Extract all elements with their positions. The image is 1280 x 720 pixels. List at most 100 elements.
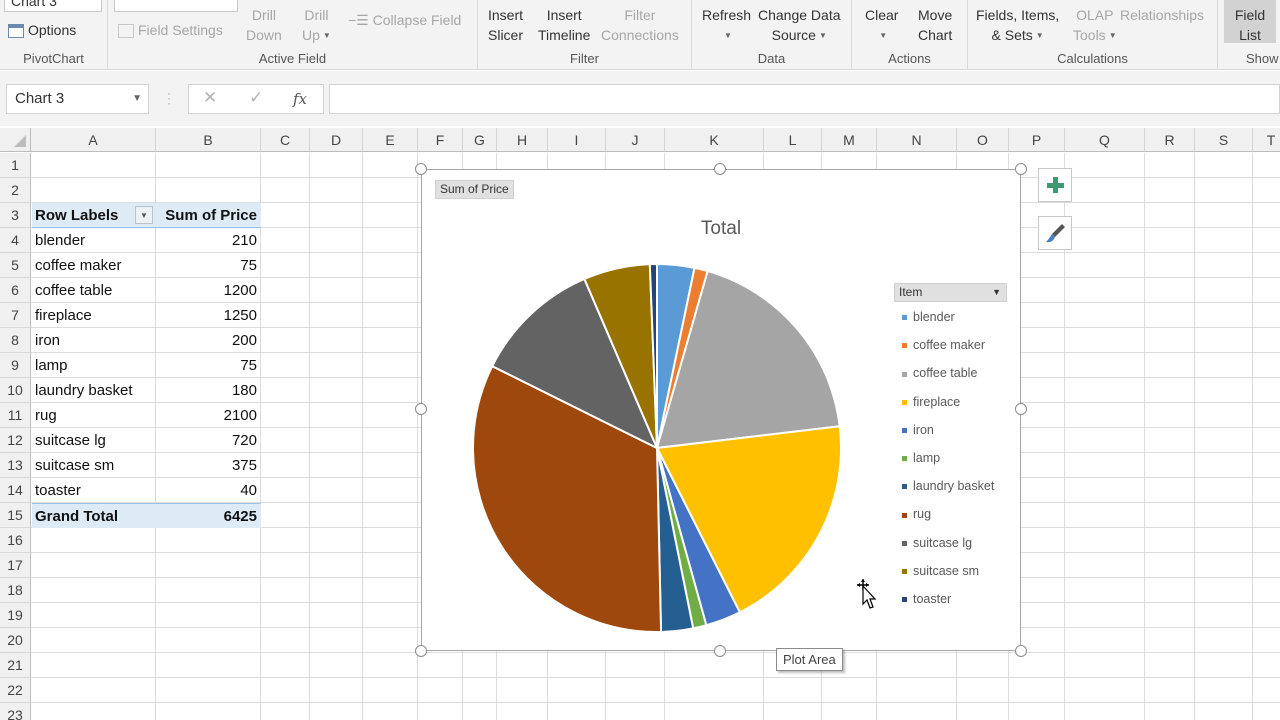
row-header-13[interactable]: 13: [0, 453, 31, 478]
row-header-9[interactable]: 9: [0, 353, 31, 378]
clear-button[interactable]: Clear ▼: [865, 5, 898, 46]
pivot-row-value[interactable]: 1200: [156, 278, 261, 303]
legend-item[interactable]: suitcase sm: [902, 564, 979, 578]
pivot-row-value[interactable]: 75: [156, 253, 261, 278]
insert-timeline-button[interactable]: Insert Timeline: [538, 5, 590, 45]
row-header-12[interactable]: 12: [0, 428, 31, 453]
column-header-j[interactable]: J: [606, 128, 665, 152]
column-header-d[interactable]: D: [310, 128, 363, 152]
row-header-16[interactable]: 16: [0, 528, 31, 553]
row-header-8[interactable]: 8: [0, 328, 31, 353]
resize-handle-bottom-right[interactable]: [1015, 645, 1027, 657]
pivot-row-label[interactable]: suitcase lg: [32, 428, 156, 453]
legend-item[interactable]: toaster: [902, 592, 951, 606]
row-header-19[interactable]: 19: [0, 603, 31, 628]
resize-handle-top-left[interactable]: [415, 163, 427, 175]
row-header-22[interactable]: 22: [0, 678, 31, 703]
formula-input[interactable]: [329, 84, 1280, 114]
drag-handle-icon[interactable]: · · ·: [166, 87, 172, 109]
column-header-i[interactable]: I: [548, 128, 606, 152]
resize-handle-top[interactable]: [714, 163, 726, 175]
legend-item[interactable]: lamp: [902, 451, 940, 465]
legend-item[interactable]: rug: [902, 507, 931, 521]
pivot-chart[interactable]: Sum of Price Total Item ▼ blender coffee …: [421, 169, 1021, 651]
row-header-6[interactable]: 6: [0, 278, 31, 303]
chart-styles-button[interactable]: [1038, 216, 1072, 250]
collapse-field-button[interactable]: −☰ Collapse Field: [348, 10, 461, 30]
column-header-g[interactable]: G: [463, 128, 497, 152]
row-header-15[interactable]: 15: [0, 503, 31, 528]
pie-chart[interactable]: [422, 170, 1022, 652]
relationships-button[interactable]: Relationships: [1120, 5, 1204, 25]
legend-item[interactable]: coffee maker: [902, 338, 985, 352]
pivot-row-label[interactable]: laundry basket: [32, 378, 156, 403]
filter-connections-button[interactable]: Filter Connections: [601, 5, 679, 45]
pivot-row-label[interactable]: fireplace: [32, 303, 156, 328]
resize-handle-left[interactable]: [415, 403, 427, 415]
column-header-a[interactable]: A: [31, 128, 156, 152]
column-header-e[interactable]: E: [363, 128, 418, 152]
sum-of-price-header[interactable]: Sum of Price: [156, 203, 261, 228]
resize-handle-bottom[interactable]: [714, 645, 726, 657]
active-field-input[interactable]: [114, 0, 238, 12]
row-header-5[interactable]: 5: [0, 253, 31, 278]
column-header-m[interactable]: M: [822, 128, 877, 152]
row-labels-filter-button[interactable]: ▼: [135, 206, 153, 224]
move-chart-button[interactable]: Move Chart: [918, 5, 952, 45]
column-header-o[interactable]: O: [957, 128, 1009, 152]
row-header-2[interactable]: 2: [0, 178, 31, 203]
pivot-row-value[interactable]: 40: [156, 478, 261, 503]
grand-total-value[interactable]: 6425: [156, 503, 261, 528]
pivot-row-value[interactable]: 210: [156, 228, 261, 253]
pivot-row-value[interactable]: 180: [156, 378, 261, 403]
pivot-row-value[interactable]: 720: [156, 428, 261, 453]
olap-tools-button[interactable]: OLAP Tools ▼: [1073, 5, 1117, 46]
pivot-row-label[interactable]: rug: [32, 403, 156, 428]
pivot-row-value[interactable]: 200: [156, 328, 261, 353]
column-header-t[interactable]: T: [1253, 128, 1280, 152]
legend-field-button[interactable]: Item ▼: [894, 283, 1007, 302]
refresh-button[interactable]: Refresh ▼: [702, 5, 751, 46]
row-header-20[interactable]: 20: [0, 628, 31, 653]
options-button[interactable]: Options: [8, 20, 76, 40]
legend-item[interactable]: laundry basket: [902, 479, 994, 493]
chart-elements-button[interactable]: [1038, 168, 1072, 202]
insert-slicer-button[interactable]: Insert Slicer: [488, 5, 523, 45]
legend-item[interactable]: blender: [902, 310, 955, 324]
column-header-l[interactable]: L: [764, 128, 822, 152]
row-header-7[interactable]: 7: [0, 303, 31, 328]
fields-items-sets-button[interactable]: Fields, Items, & Sets ▼: [976, 5, 1059, 46]
pivot-row-value[interactable]: 1250: [156, 303, 261, 328]
column-header-k[interactable]: K: [665, 128, 764, 152]
column-header-p[interactable]: P: [1009, 128, 1065, 152]
pivot-row-value[interactable]: 75: [156, 353, 261, 378]
row-header-14[interactable]: 14: [0, 478, 31, 503]
insert-function-icon[interactable]: fx: [293, 90, 307, 108]
row-header-23[interactable]: 23: [0, 703, 31, 720]
legend-item[interactable]: coffee table: [902, 366, 977, 380]
field-list-button[interactable]: Field List: [1224, 0, 1276, 43]
row-header-1[interactable]: 1: [0, 153, 31, 178]
pivot-row-label[interactable]: lamp: [32, 353, 156, 378]
column-header-b[interactable]: B: [156, 128, 261, 152]
pivot-row-label[interactable]: coffee table: [32, 278, 156, 303]
legend-item[interactable]: suitcase lg: [902, 536, 972, 550]
field-settings-button[interactable]: Field Settings: [118, 20, 223, 40]
pivot-row-label[interactable]: blender: [32, 228, 156, 253]
column-header-f[interactable]: F: [418, 128, 463, 152]
column-header-q[interactable]: Q: [1065, 128, 1145, 152]
name-box[interactable]: Chart 3 ▼: [6, 84, 149, 114]
row-header-17[interactable]: 17: [0, 553, 31, 578]
column-header-c[interactable]: C: [261, 128, 310, 152]
pivot-row-label[interactable]: iron: [32, 328, 156, 353]
column-header-s[interactable]: S: [1195, 128, 1253, 152]
grand-total-label[interactable]: Grand Total: [32, 503, 156, 528]
row-header-11[interactable]: 11: [0, 403, 31, 428]
pivot-row-label[interactable]: toaster: [32, 478, 156, 503]
resize-handle-right[interactable]: [1015, 403, 1027, 415]
resize-handle-top-right[interactable]: [1015, 163, 1027, 175]
chevron-down-icon[interactable]: ▼: [132, 85, 142, 113]
column-header-r[interactable]: R: [1145, 128, 1195, 152]
pivot-row-value[interactable]: 2100: [156, 403, 261, 428]
pivot-row-value[interactable]: 375: [156, 453, 261, 478]
